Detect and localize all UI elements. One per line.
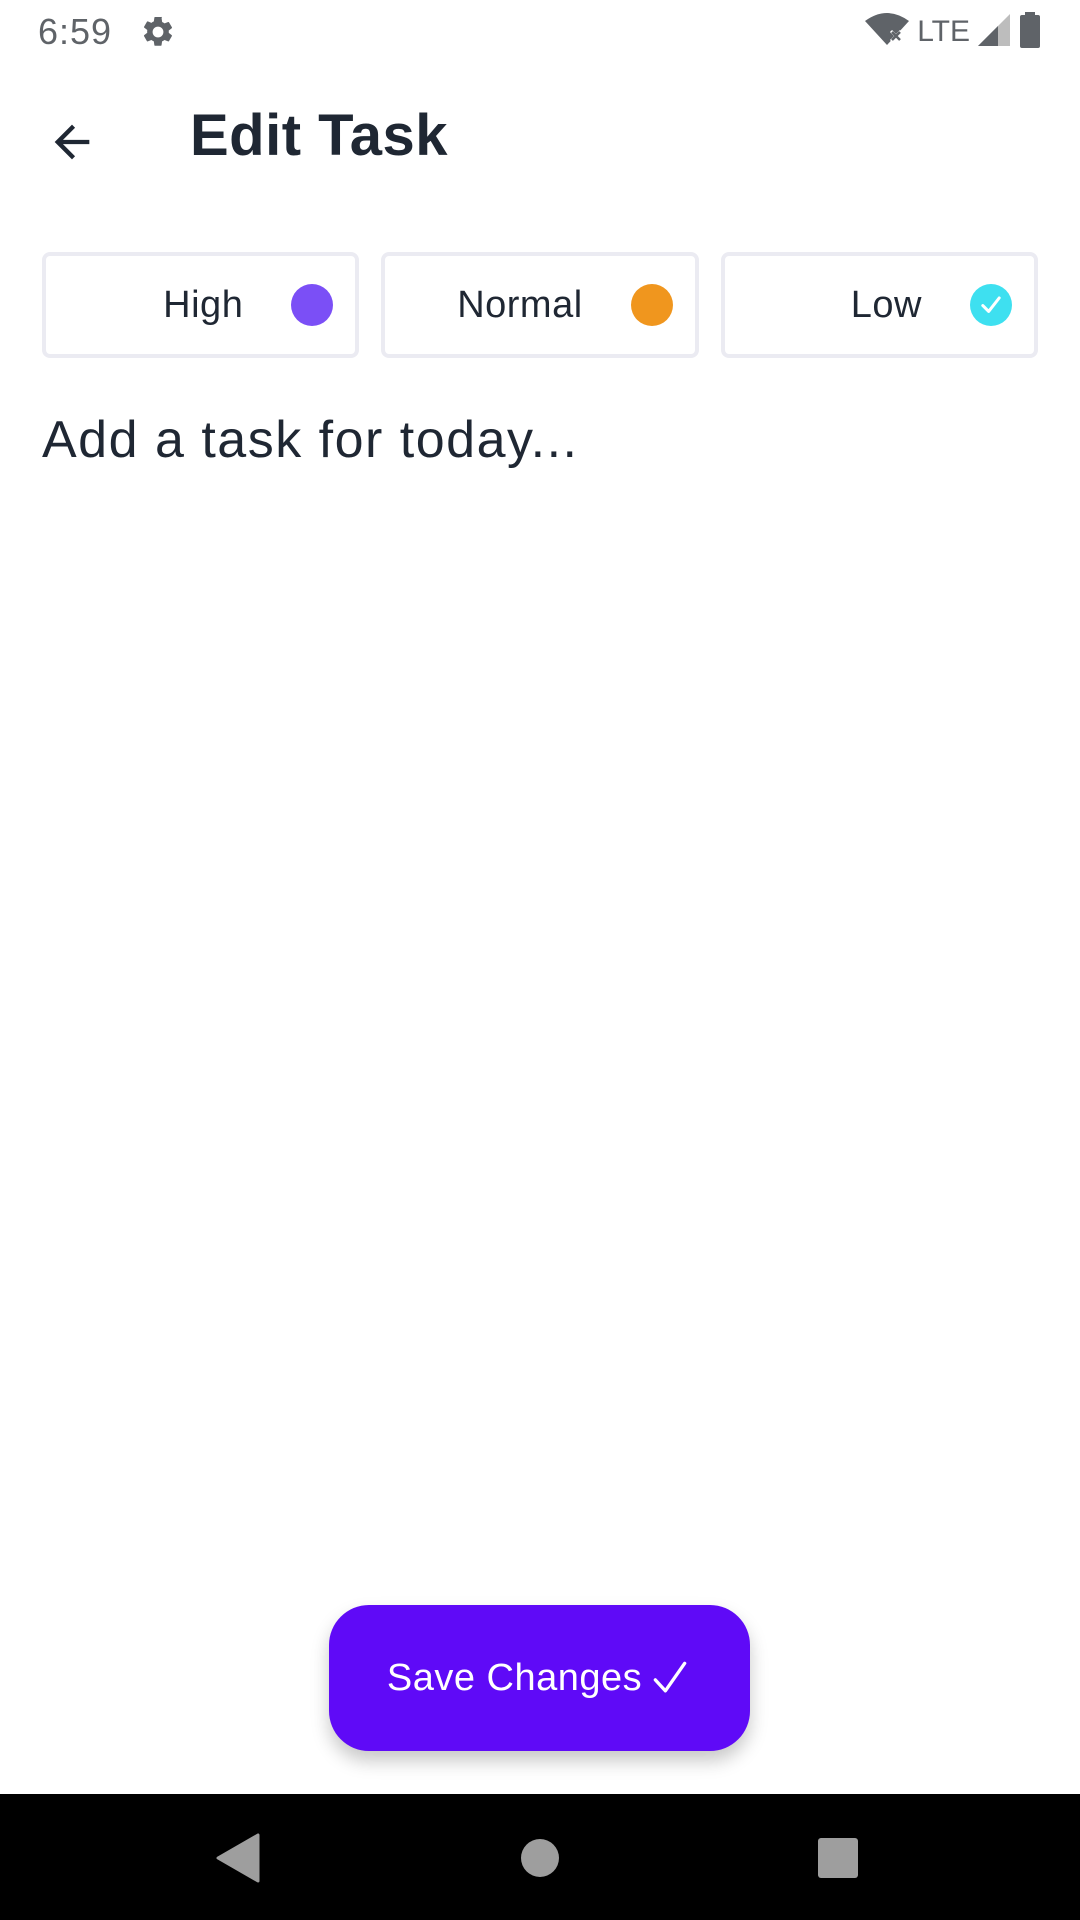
priority-label: Low	[850, 283, 922, 326]
save-changes-button[interactable]: Save Changes	[329, 1605, 750, 1751]
edit-task-screen: 6:59 LTE Edit Task High Normal Low Add a…	[0, 0, 1080, 1920]
status-bar: 6:59 LTE	[0, 0, 1080, 64]
nav-home-button[interactable]	[500, 1818, 580, 1898]
page-title: Edit Task	[190, 103, 449, 168]
status-icons: LTE	[865, 11, 1042, 53]
network-type: LTE	[917, 15, 970, 48]
priority-selector: High Normal Low	[42, 252, 1038, 358]
priority-label: High	[163, 283, 244, 326]
arrow-left-icon	[54, 124, 90, 160]
wifi-off-icon	[865, 12, 910, 52]
home-circle-icon	[521, 1839, 559, 1877]
recents-square-icon	[818, 1838, 858, 1878]
checkmark-icon	[653, 1661, 687, 1693]
gear-icon	[140, 13, 178, 51]
back-button[interactable]	[30, 100, 114, 184]
checkmark-icon	[969, 284, 1012, 326]
system-nav-bar	[0, 1794, 1080, 1920]
status-time: 6:59	[38, 11, 113, 52]
priority-chip-low[interactable]: Low	[720, 252, 1038, 358]
priority-dot-high	[291, 284, 334, 326]
battery-icon	[1018, 11, 1042, 53]
priority-chip-normal[interactable]: Normal	[381, 252, 699, 358]
task-input[interactable]	[42, 400, 1038, 480]
priority-dot-normal	[630, 284, 673, 326]
priority-chip-high[interactable]: High	[42, 252, 360, 358]
priority-label: Normal	[457, 283, 583, 326]
app-bar: Edit Task	[0, 64, 1080, 212]
signal-icon	[978, 13, 1010, 51]
nav-back-button[interactable]	[198, 1818, 278, 1898]
back-triangle-icon	[216, 1833, 260, 1883]
nav-recents-button[interactable]	[798, 1818, 878, 1898]
save-button-label: Save Changes	[386, 1656, 643, 1699]
